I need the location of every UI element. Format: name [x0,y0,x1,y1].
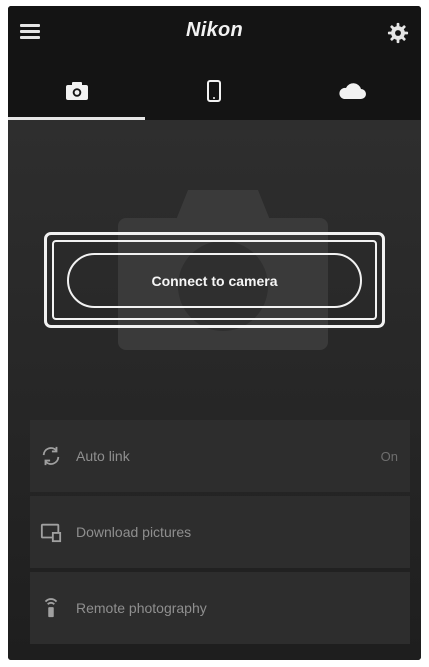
auto-link-status: On [380,448,398,464]
connect-to-camera-button[interactable]: Connect to camera [67,253,362,308]
app-screen: Nikon Connect to camera Auto link On Dow… [8,6,421,660]
auto-link-label: Auto link [76,448,130,464]
cloud-icon [338,83,366,99]
feature-list: Auto link On Download pictures Remote ph… [30,420,410,648]
remote-photography-label: Remote photography [76,600,207,616]
tab-cloud[interactable] [282,62,421,120]
list-item-download-pictures[interactable]: Download pictures [30,496,410,568]
connect-highlight-frame: Connect to camera [44,232,385,328]
camera-icon [65,82,88,100]
tab-smart-device[interactable] [145,62,282,120]
brand-logo: Nikon [185,19,244,41]
main-panel: Connect to camera Auto link On Download … [8,120,421,660]
top-bar: Nikon [8,6,421,62]
remote-icon [44,598,58,618]
gear-icon[interactable] [387,22,409,44]
tab-camera[interactable] [8,62,145,120]
list-item-auto-link[interactable]: Auto link On [30,420,410,492]
list-item-remote-photography[interactable]: Remote photography [30,572,410,644]
download-pictures-label: Download pictures [76,524,192,540]
smartphone-icon [206,80,221,102]
sync-icon [42,446,60,466]
download-icon [40,523,62,543]
tab-bar [8,62,421,120]
